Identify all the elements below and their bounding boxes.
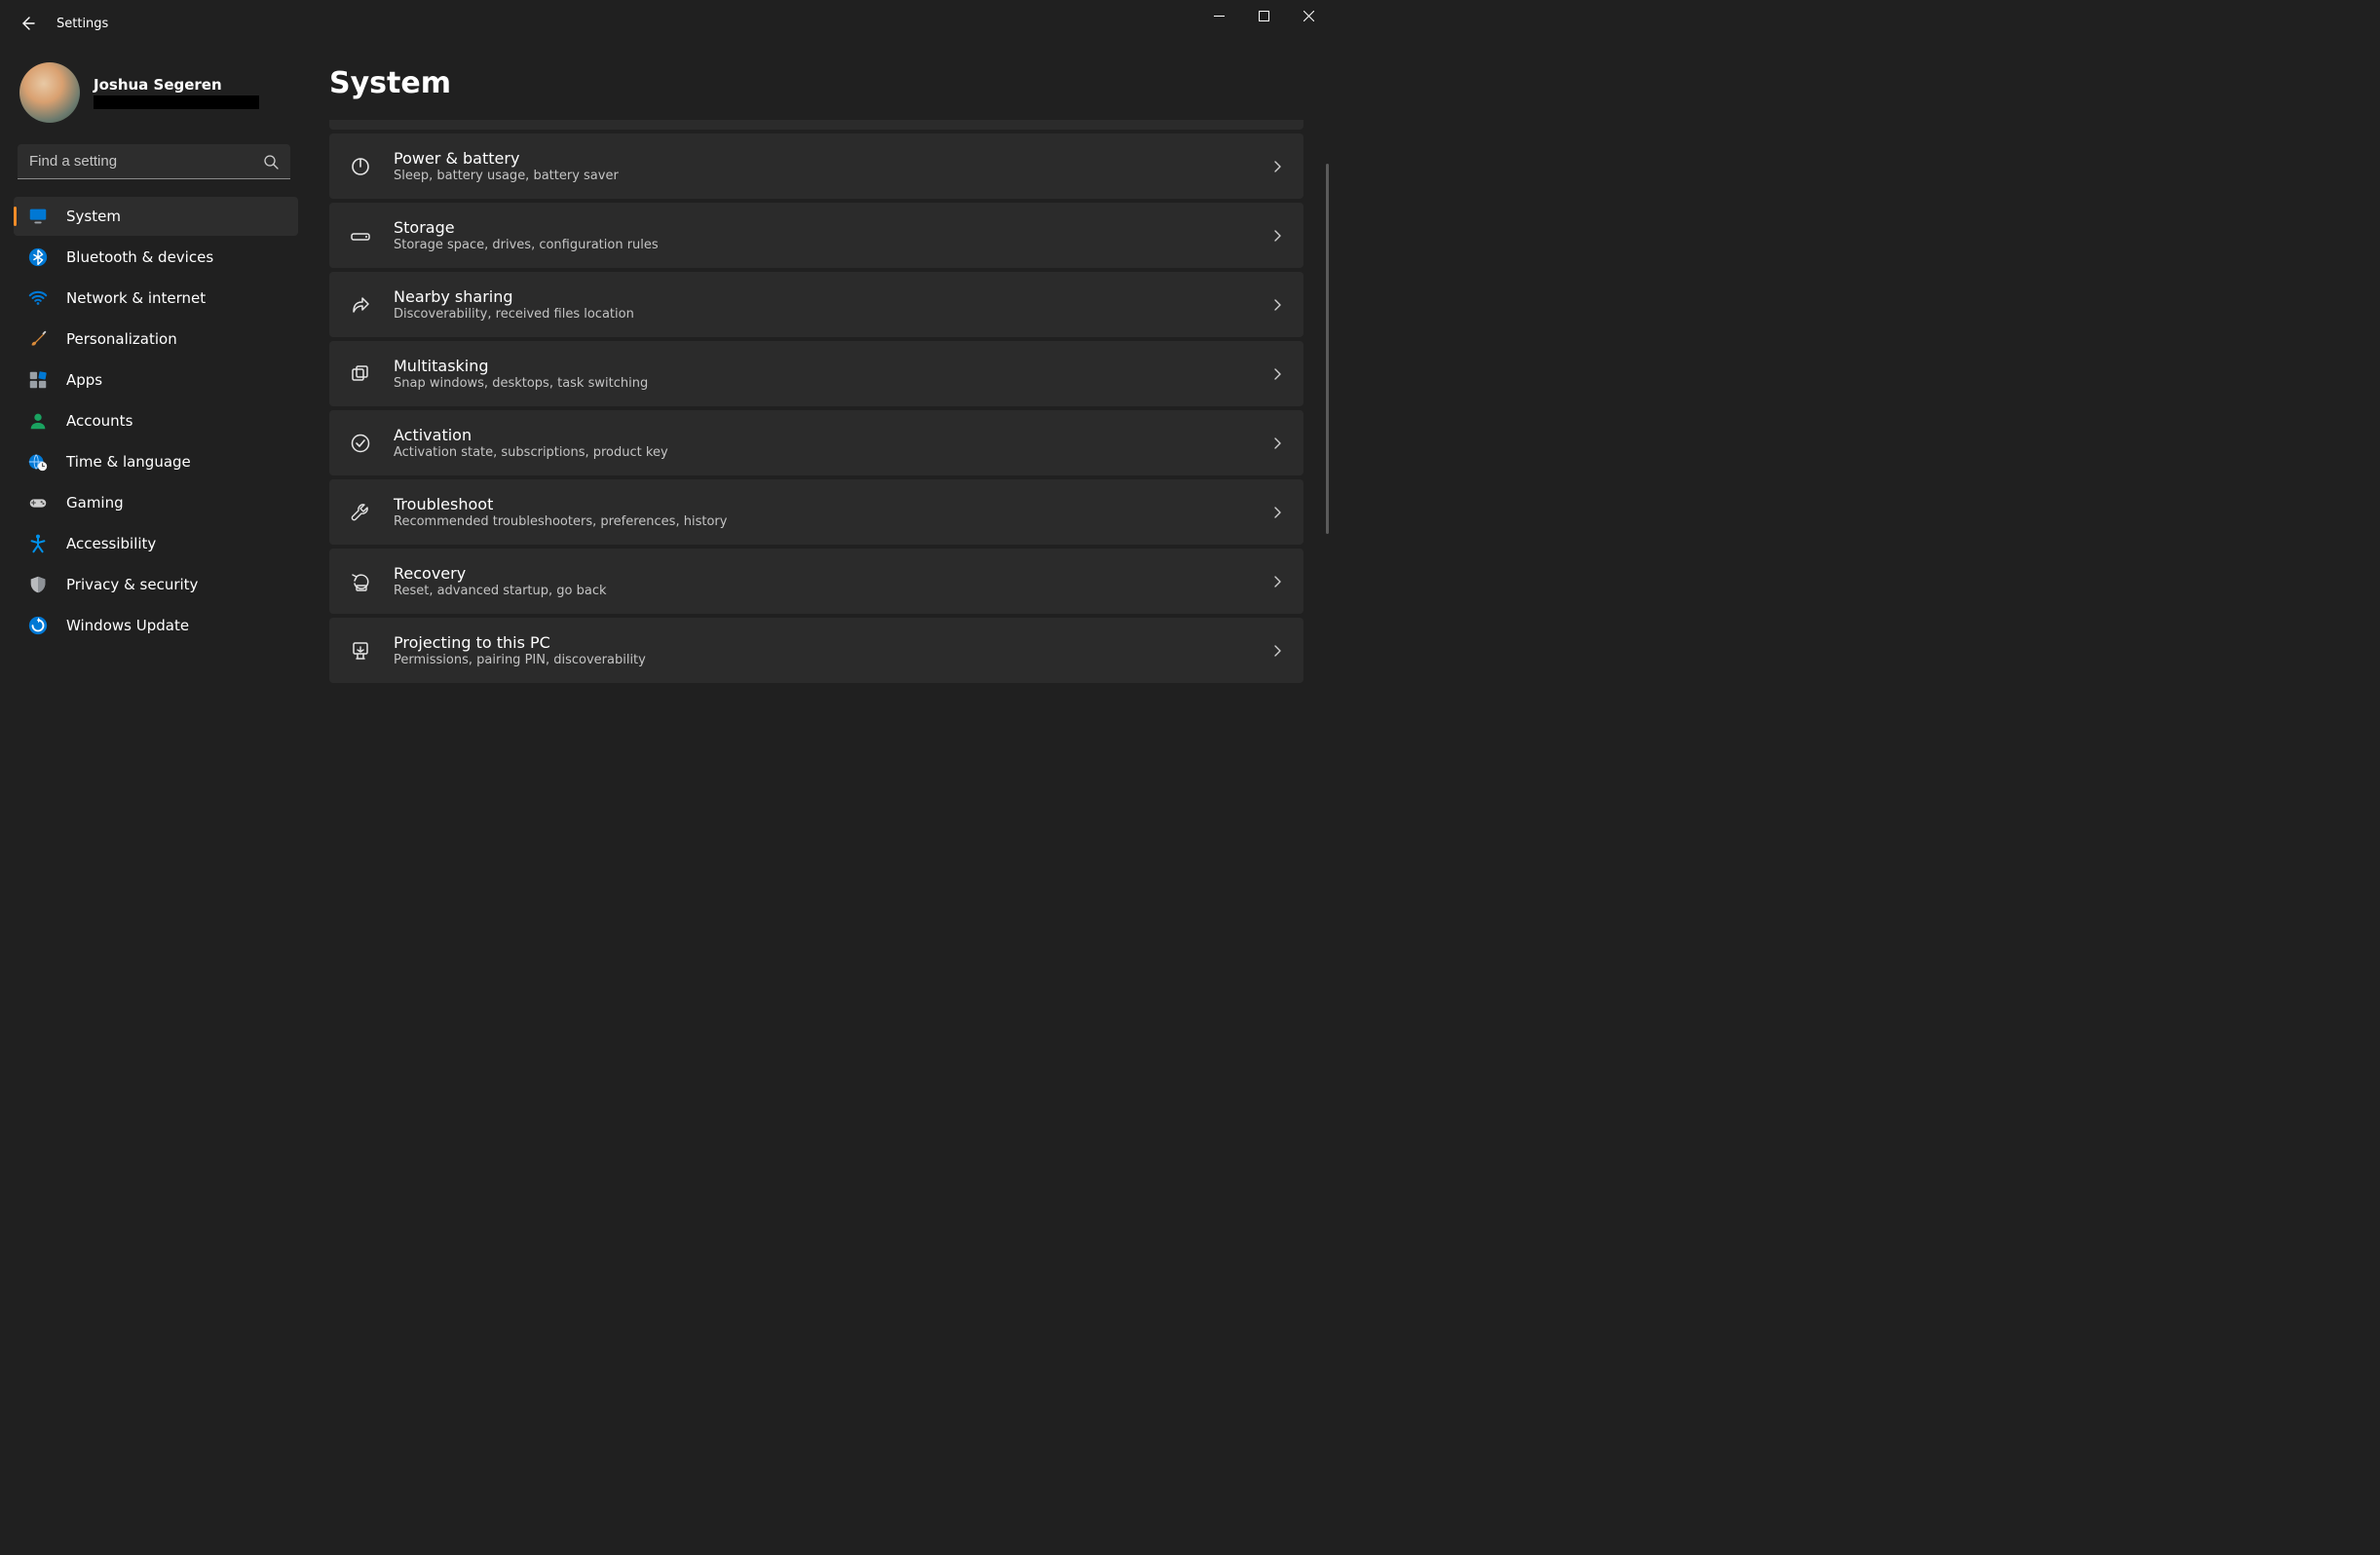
nav-item-time-language[interactable]: Time & language	[14, 442, 298, 481]
accessibility-icon	[27, 533, 49, 554]
settings-card-recovery[interactable]: Recovery Reset, advanced startup, go bac…	[329, 549, 1303, 614]
chevron-right-icon	[1270, 436, 1284, 450]
wrench-icon	[347, 499, 374, 526]
settings-card-list: Power & battery Sleep, battery usage, ba…	[329, 120, 1309, 870]
chevron-right-icon	[1270, 367, 1284, 381]
chevron-right-icon	[1270, 229, 1284, 243]
main-content: System Power & battery Sleep, battery us…	[302, 47, 1331, 870]
shield-icon	[27, 574, 49, 595]
nav-label: System	[66, 208, 121, 225]
minimize-icon	[1214, 11, 1225, 21]
minimize-button[interactable]	[1196, 0, 1241, 31]
titlebar: Settings	[0, 0, 1331, 47]
card-title: Nearby sharing	[394, 287, 1251, 306]
nav-item-network-internet[interactable]: Network & internet	[14, 279, 298, 318]
chevron-right-icon	[1270, 298, 1284, 312]
multitask-icon	[347, 360, 374, 388]
gamepad-icon	[27, 492, 49, 513]
card-title: Activation	[394, 426, 1251, 444]
monitor-icon	[27, 206, 49, 227]
page-title: System	[329, 66, 1309, 100]
update-icon	[27, 615, 49, 636]
app-title: Settings	[57, 17, 108, 31]
wifi-icon	[27, 287, 49, 309]
nav-label: Gaming	[66, 494, 124, 512]
nav-item-accessibility[interactable]: Accessibility	[14, 524, 298, 563]
nav-item-accounts[interactable]: Accounts	[14, 401, 298, 440]
apps-icon	[27, 369, 49, 391]
card-title: Projecting to this PC	[394, 633, 1251, 652]
power-icon	[347, 153, 374, 180]
card-subtitle: Activation state, subscriptions, product…	[394, 445, 1251, 460]
scrollbar-thumb[interactable]	[1326, 164, 1329, 534]
settings-card-projecting-to-this-pc[interactable]: Projecting to this PC Permissions, pairi…	[329, 618, 1303, 683]
nav-label: Accessibility	[66, 535, 156, 552]
nav-label: Accounts	[66, 412, 132, 430]
maximize-icon	[1259, 11, 1269, 21]
settings-card-nearby-sharing[interactable]: Nearby sharing Discoverability, received…	[329, 272, 1303, 337]
globe-clock-icon	[27, 451, 49, 473]
card-subtitle: Snap windows, desktops, task switching	[394, 376, 1251, 391]
nav-item-apps[interactable]: Apps	[14, 360, 298, 399]
avatar	[19, 62, 80, 123]
search-input[interactable]	[18, 144, 290, 179]
settings-card-troubleshoot[interactable]: Troubleshoot Recommended troubleshooters…	[329, 479, 1303, 545]
nav-item-bluetooth-devices[interactable]: Bluetooth & devices	[14, 238, 298, 277]
card-title: Multitasking	[394, 357, 1251, 375]
settings-card-activation[interactable]: Activation Activation state, subscriptio…	[329, 410, 1303, 475]
nav-label: Privacy & security	[66, 576, 198, 593]
settings-card-storage[interactable]: Storage Storage space, drives, configura…	[329, 203, 1303, 268]
card-subtitle: Storage space, drives, configuration rul…	[394, 238, 1251, 252]
sidebar: Joshua Segeren System Bluetooth & device…	[0, 47, 302, 870]
chevron-right-icon	[1270, 160, 1284, 173]
card-title: Troubleshoot	[394, 495, 1251, 513]
settings-card-power-battery[interactable]: Power & battery Sleep, battery usage, ba…	[329, 133, 1303, 199]
brush-icon	[27, 328, 49, 350]
nav-item-personalization[interactable]: Personalization	[14, 320, 298, 359]
nav-label: Windows Update	[66, 617, 189, 634]
nav-item-system[interactable]: System	[14, 197, 298, 236]
check-circle-icon	[347, 430, 374, 457]
nav-item-privacy-security[interactable]: Privacy & security	[14, 565, 298, 604]
bluetooth-icon	[27, 247, 49, 268]
profile-name: Joshua Segeren	[94, 76, 259, 94]
back-arrow-icon	[19, 16, 35, 31]
window-controls	[1196, 0, 1331, 31]
close-icon	[1303, 11, 1314, 21]
nav-list: System Bluetooth & devices Network & int…	[14, 197, 298, 645]
chevron-right-icon	[1270, 506, 1284, 519]
person-icon	[27, 410, 49, 432]
chevron-right-icon	[1270, 644, 1284, 658]
project-icon	[347, 637, 374, 664]
chevron-right-icon	[1270, 575, 1284, 588]
card-title: Storage	[394, 218, 1251, 237]
nav-label: Time & language	[66, 453, 191, 471]
card-partial-previous[interactable]	[329, 120, 1303, 130]
card-subtitle: Reset, advanced startup, go back	[394, 584, 1251, 598]
nav-item-gaming[interactable]: Gaming	[14, 483, 298, 522]
maximize-button[interactable]	[1241, 0, 1286, 31]
card-subtitle: Permissions, pairing PIN, discoverabilit…	[394, 653, 1251, 667]
share-icon	[347, 291, 374, 319]
profile-email-redacted	[94, 95, 259, 109]
nav-label: Personalization	[66, 330, 177, 348]
recovery-icon	[347, 568, 374, 595]
card-subtitle: Sleep, battery usage, battery saver	[394, 169, 1251, 183]
nav-label: Apps	[66, 371, 102, 389]
nav-item-windows-update[interactable]: Windows Update	[14, 606, 298, 645]
card-title: Recovery	[394, 564, 1251, 583]
close-button[interactable]	[1286, 0, 1331, 31]
settings-card-multitasking[interactable]: Multitasking Snap windows, desktops, tas…	[329, 341, 1303, 406]
profile-block[interactable]: Joshua Segeren	[14, 57, 298, 140]
search-container	[18, 144, 290, 179]
nav-label: Network & internet	[66, 289, 206, 307]
nav-label: Bluetooth & devices	[66, 248, 213, 266]
drive-icon	[347, 222, 374, 249]
back-button[interactable]	[8, 4, 47, 43]
card-subtitle: Discoverability, received files location	[394, 307, 1251, 322]
card-title: Power & battery	[394, 149, 1251, 168]
card-subtitle: Recommended troubleshooters, preferences…	[394, 514, 1251, 529]
